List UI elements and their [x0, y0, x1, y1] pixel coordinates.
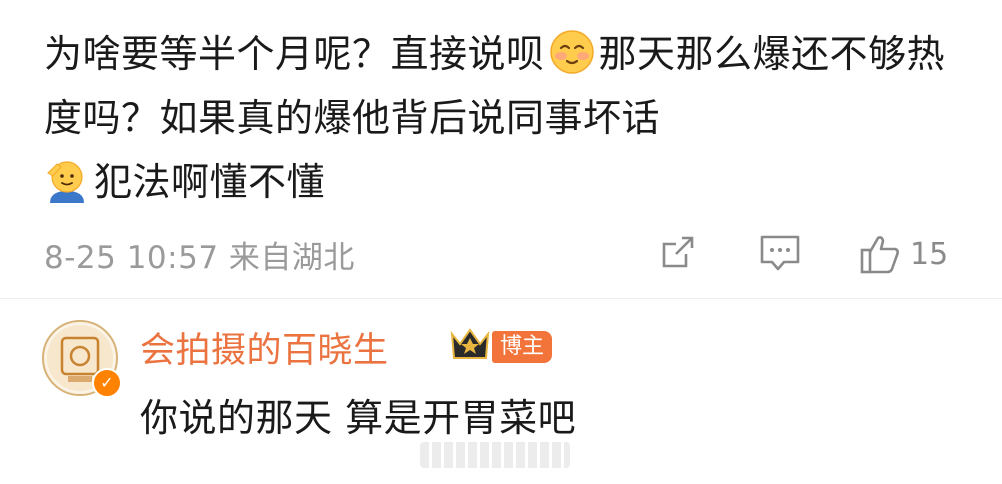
salute-emoji-icon — [47, 161, 84, 203]
crown-icon — [450, 328, 490, 359]
comment-button[interactable] — [758, 232, 802, 274]
comment-text-part1: 为啥要等半个月呢？直接说呗 — [44, 32, 545, 76]
comment-text: 为啥要等半个月呢？直接说呗 那天那么爆还不够热度吗？如果真的爆他背后说同事坏话 … — [44, 22, 974, 214]
comment-bubble-icon — [760, 235, 800, 271]
flushed-smile-emoji-icon — [549, 30, 594, 74]
reply-text: 你说的那天 算是开胃菜吧 — [140, 396, 577, 440]
watermark — [420, 442, 570, 468]
like-count: 15 — [910, 236, 949, 272]
comment-actions: 15 — [658, 232, 958, 278]
comment-text-part3: 犯法啊懂不懂 — [94, 160, 326, 204]
verified-badge-icon: ✓ — [92, 368, 122, 398]
comment-meta: 8-25 10:57 来自湖北 — [44, 240, 355, 276]
share-button[interactable] — [658, 232, 698, 272]
thumbs-up-icon — [860, 236, 899, 274]
divider — [0, 298, 1002, 299]
reply-username[interactable]: 会拍摄的百晓生 — [140, 322, 389, 373]
blogger-badge: 博主 — [492, 331, 553, 363]
share-icon — [662, 236, 694, 268]
like-button[interactable]: 15 — [858, 232, 948, 276]
